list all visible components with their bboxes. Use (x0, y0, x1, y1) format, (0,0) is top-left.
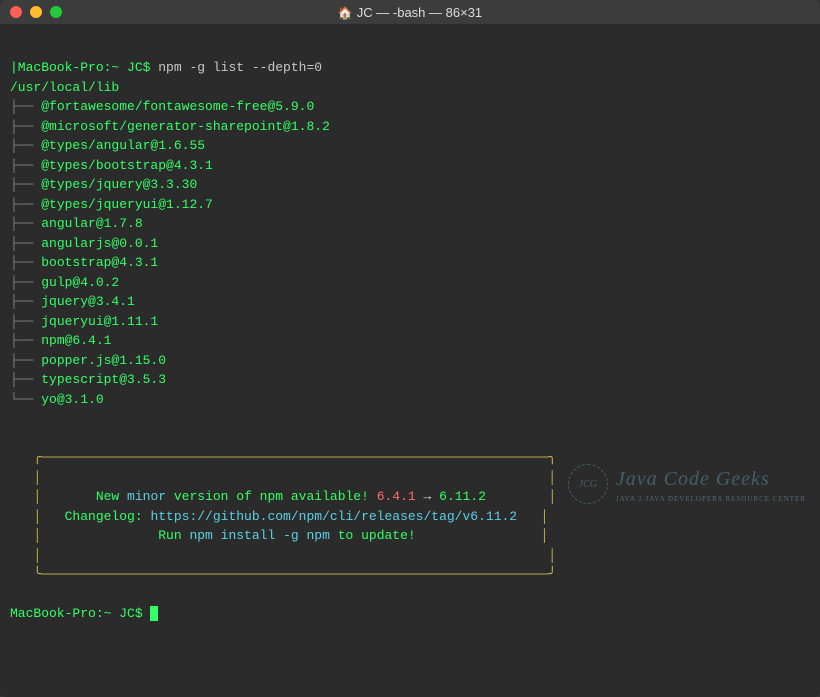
titlebar[interactable]: 🏠 JC — -bash — 86×31 (0, 0, 820, 24)
package-name: yo@3.1.0 (41, 392, 103, 407)
list-item: ├── popper.js@1.15.0 (10, 351, 810, 371)
prompt-prefix: |MacBook-Pro:~ JC$ (10, 60, 158, 75)
list-item: ├── angular@1.7.8 (10, 214, 810, 234)
tree-mark: ├── (10, 275, 41, 290)
list-item: └── yo@3.1.0 (10, 390, 810, 410)
package-name: bootstrap@4.3.1 (41, 255, 158, 270)
tree-mark: ├── (10, 216, 41, 231)
package-name: @types/jqueryui@1.12.7 (41, 197, 213, 212)
minimize-icon[interactable] (30, 6, 42, 18)
tree-mark: ├── (10, 236, 41, 251)
package-name: popper.js@1.15.0 (41, 353, 166, 368)
list-item: ├── @fortawesome/fontawesome-free@5.9.0 (10, 97, 810, 117)
list-item: ├── jquery@3.4.1 (10, 292, 810, 312)
package-name: @fortawesome/fontawesome-free@5.9.0 (41, 99, 314, 114)
prompt-line: |MacBook-Pro:~ JC$ npm -g list --depth=0 (10, 58, 810, 78)
watermark-main: Java Code Geeks (616, 464, 806, 494)
window-title: 🏠 JC — -bash — 86×31 (0, 5, 820, 20)
package-name: jqueryui@1.11.1 (41, 314, 158, 329)
prompt-prefix: MacBook-Pro:~ JC$ (10, 606, 150, 621)
package-name: @types/jquery@3.3.30 (41, 177, 197, 192)
list-item: ├── jqueryui@1.11.1 (10, 312, 810, 332)
tree-mark: ├── (10, 119, 41, 134)
home-icon: 🏠 (338, 6, 353, 20)
watermark-sub: JAVA 2 JAVA DEVELOPERS RESOURCE CENTER (616, 494, 806, 505)
terminal-body[interactable]: |MacBook-Pro:~ JC$ npm -g list --depth=0… (0, 24, 820, 697)
list-item: ├── gulp@4.0.2 (10, 273, 810, 293)
tree-mark: ├── (10, 294, 41, 309)
prompt-line-2: MacBook-Pro:~ JC$ (10, 604, 810, 624)
list-item: ├── bootstrap@4.3.1 (10, 253, 810, 273)
blank (10, 409, 810, 429)
traffic-lights (0, 6, 62, 18)
list-item: ├── @types/bootstrap@4.3.1 (10, 156, 810, 176)
tree-mark: ├── (10, 314, 41, 329)
list-item: ├── @types/jqueryui@1.12.7 (10, 195, 810, 215)
list-item: ├── @microsoft/generator-sharepoint@1.8.… (10, 117, 810, 137)
notice-line-3: │ Run npm install -g npm to update! │ (10, 526, 810, 546)
package-name: @types/angular@1.6.55 (41, 138, 205, 153)
package-name: gulp@4.0.2 (41, 275, 119, 290)
blank (10, 429, 810, 449)
list-item: ├── npm@6.4.1 (10, 331, 810, 351)
tree-mark: ├── (10, 99, 41, 114)
tree-mark: ├── (10, 197, 41, 212)
tree-mark: ├── (10, 372, 41, 387)
tree-mark: ├── (10, 138, 41, 153)
box-bottom: ╰───────────────────────────────────────… (10, 565, 810, 585)
terminal-window: 🏠 JC — -bash — 86×31 |MacBook-Pro:~ JC$ n… (0, 0, 820, 697)
list-item: ├── @types/jquery@3.3.30 (10, 175, 810, 195)
list-item: ├── @types/angular@1.6.55 (10, 136, 810, 156)
close-icon[interactable] (10, 6, 22, 18)
list-item: ├── angularjs@0.0.1 (10, 234, 810, 254)
blank (10, 585, 810, 605)
package-name: @microsoft/generator-sharepoint@1.8.2 (41, 119, 330, 134)
package-name: angularjs@0.0.1 (41, 236, 158, 251)
command-text: npm -g list --depth=0 (158, 60, 322, 75)
watermark-logo: JCG (568, 464, 608, 504)
watermark: JCG Java Code Geeks JAVA 2 JAVA DEVELOPE… (568, 464, 806, 505)
tree-mark: └── (10, 392, 41, 407)
package-name: angular@1.7.8 (41, 216, 142, 231)
tree-mark: ├── (10, 158, 41, 173)
package-list: ├── @fortawesome/fontawesome-free@5.9.0├… (10, 97, 810, 409)
box-pad: │ │ (10, 546, 810, 566)
tree-mark: ├── (10, 255, 41, 270)
maximize-icon[interactable] (50, 6, 62, 18)
root-path: /usr/local/lib (10, 78, 810, 98)
package-name: @types/bootstrap@4.3.1 (41, 158, 213, 173)
package-name: typescript@3.5.3 (41, 372, 166, 387)
list-item: ├── typescript@3.5.3 (10, 370, 810, 390)
notice-line-2: │ Changelog: https://github.com/npm/cli/… (10, 507, 810, 527)
package-name: jquery@3.4.1 (41, 294, 135, 309)
package-name: npm@6.4.1 (41, 333, 111, 348)
tree-mark: ├── (10, 177, 41, 192)
tree-mark: ├── (10, 353, 41, 368)
window-title-text: JC — -bash — 86×31 (357, 5, 482, 20)
tree-mark: ├── (10, 333, 41, 348)
cursor (150, 606, 158, 621)
